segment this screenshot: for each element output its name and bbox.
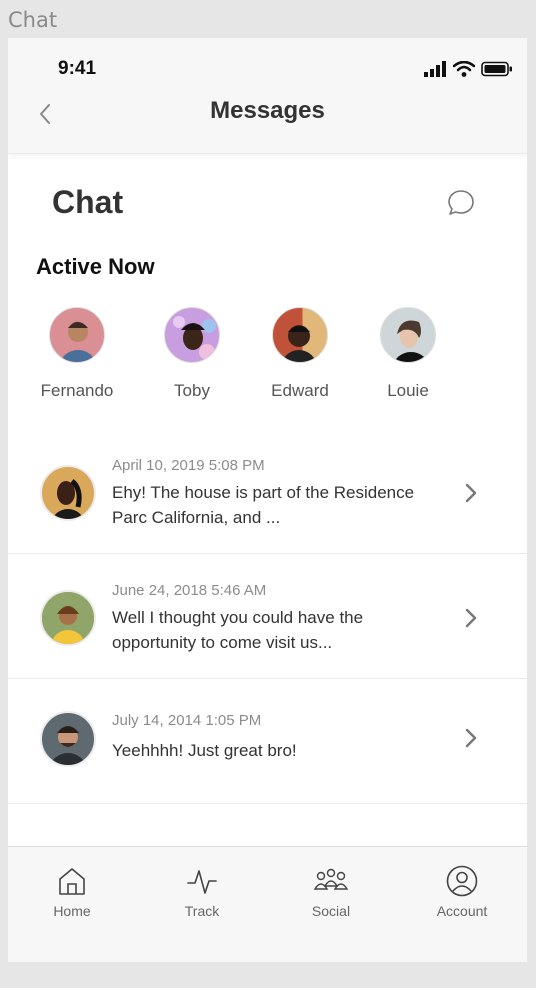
message-preview: Yeehhhh! Just great bro!	[112, 741, 297, 760]
chevron-right-icon	[465, 608, 477, 628]
tab-track[interactable]: Track	[147, 865, 257, 919]
wifi-icon	[453, 61, 475, 77]
message-row[interactable]: July 14, 2014 1:05 PM Yeehhhh! Just grea…	[8, 679, 527, 804]
phone-screen: 9:41 Messages Chat Active Now Fernando T…	[8, 38, 527, 962]
message-preview: Well I thought you could have the opport…	[112, 608, 364, 652]
tab-label: Account	[436, 903, 488, 919]
battery-icon	[481, 61, 512, 77]
avatar	[272, 307, 328, 363]
status-icons	[423, 60, 513, 78]
friend-name: Edward	[271, 381, 329, 400]
tab-label: Track	[184, 903, 220, 919]
active-friend-louie[interactable]: Louie	[363, 307, 453, 401]
avatar	[49, 307, 105, 363]
page-title: Chat	[52, 184, 124, 220]
chevron-right-icon	[465, 728, 477, 748]
home-icon	[59, 868, 85, 895]
friend-name: Louie	[387, 381, 429, 400]
tab-social[interactable]: Social	[276, 865, 386, 919]
chat-bubble-icon[interactable]	[446, 188, 476, 218]
message-preview: Ehy! The house is part of the Residence …	[112, 483, 415, 527]
avatar	[380, 307, 436, 363]
tab-label: Social	[311, 903, 351, 919]
tab-bar: Home Track Social Account	[8, 846, 527, 962]
nav-title: Messages	[210, 97, 325, 124]
signal-icon	[424, 61, 446, 77]
tab-home[interactable]: Home	[17, 865, 127, 919]
active-friend-edward[interactable]: Edward	[255, 307, 345, 401]
active-friend-toby[interactable]: Toby	[147, 307, 237, 401]
avatar	[40, 465, 96, 521]
avatar	[164, 307, 220, 363]
activity-icon	[187, 870, 217, 894]
friend-name: Toby	[174, 381, 210, 400]
people-icon	[313, 868, 349, 890]
active-friend-fernando[interactable]: Fernando	[32, 307, 122, 401]
message-date: July 14, 2014 1:05 PM	[112, 712, 262, 729]
message-date: April 10, 2019 5:08 PM	[112, 457, 265, 474]
tab-account[interactable]: Account	[407, 865, 517, 919]
status-time: 9:41	[58, 58, 97, 79]
message-date: June 24, 2018 5:46 AM	[112, 582, 267, 599]
avatar	[40, 711, 96, 767]
message-row[interactable]: April 10, 2019 5:08 PM Ehy! The house is…	[8, 429, 527, 554]
tab-label: Home	[53, 903, 91, 919]
top-bar: 9:41 Messages	[8, 38, 527, 154]
frame-label: Chat	[8, 8, 58, 32]
account-icon	[446, 865, 478, 897]
message-row[interactable]: June 24, 2018 5:46 AM Well I thought you…	[8, 554, 527, 679]
chevron-right-icon	[465, 483, 477, 503]
active-now-title: Active Now	[36, 254, 155, 279]
friend-name: Fernando	[40, 381, 114, 400]
avatar	[40, 590, 96, 646]
